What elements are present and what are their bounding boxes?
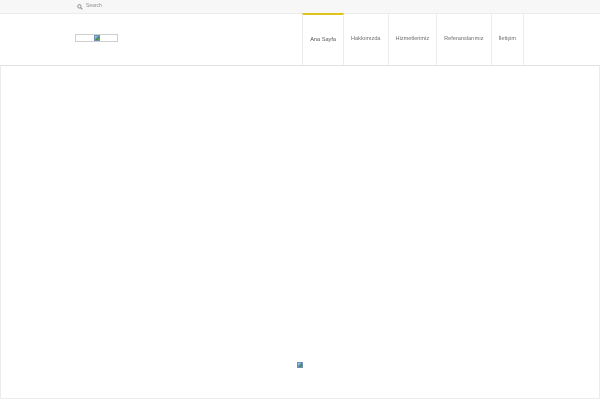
nav-item-referanslarimiz[interactable]: Referanslarımız: [437, 13, 492, 65]
nav-item-ana-sayfa[interactable]: Ana Sayfa: [302, 13, 345, 65]
main-content: [0, 66, 600, 399]
search-label: Search: [86, 3, 102, 9]
site-logo[interactable]: [75, 34, 118, 42]
nav-item-hizmetlerimiz[interactable]: Hizmetlerimiz: [389, 13, 438, 65]
broken-image-icon: [297, 362, 303, 368]
main-navigation: Ana Sayfa Hakkımızda Hizmetlerimiz Refer…: [302, 13, 524, 65]
search-button[interactable]: Search: [77, 1, 102, 12]
nav-item-hakkimizda[interactable]: Hakkımızda: [344, 13, 389, 65]
nav-item-iletisim[interactable]: İletişim: [492, 13, 524, 65]
site-header: Ana Sayfa Hakkımızda Hizmetlerimiz Refer…: [0, 13, 600, 66]
broken-image-icon: [94, 35, 100, 41]
search-icon: [77, 3, 83, 10]
top-bar: Search: [0, 0, 600, 14]
